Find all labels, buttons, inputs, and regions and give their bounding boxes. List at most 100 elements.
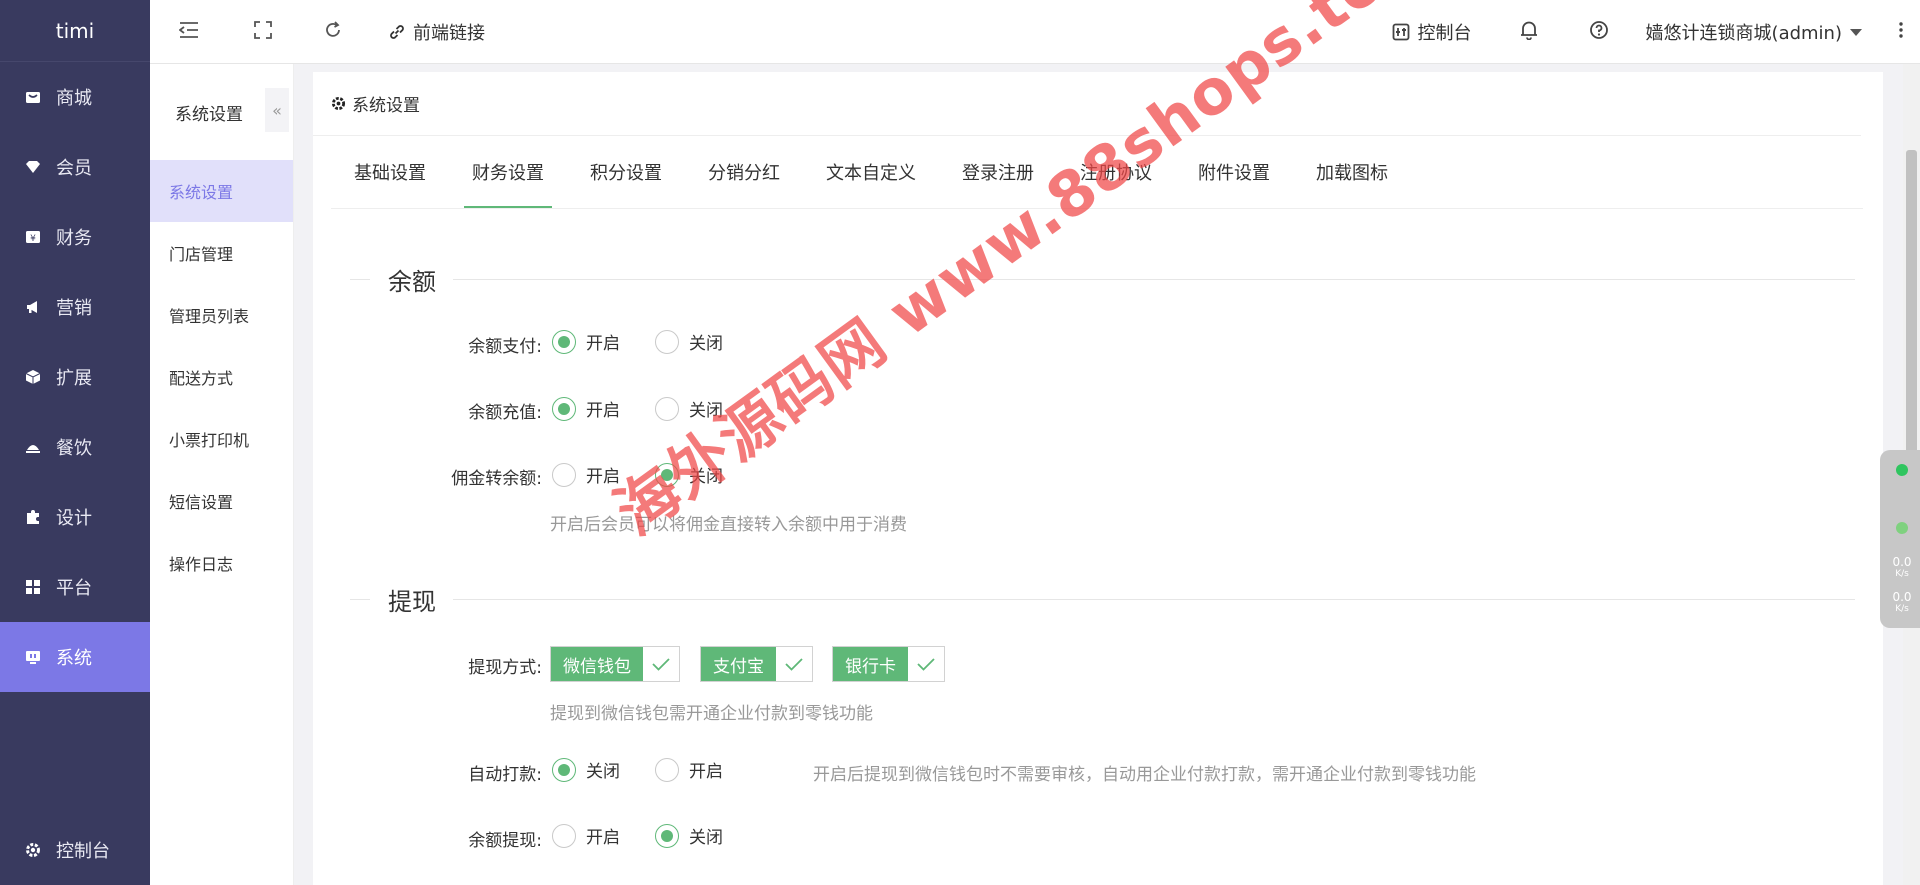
section-divider — [350, 599, 370, 600]
sidebar-item-label: 扩展 — [56, 368, 92, 389]
section-title-balance: 余额 — [388, 267, 436, 296]
download-unit: K/s — [1895, 604, 1909, 614]
notification-button[interactable] — [1494, 0, 1564, 64]
balance-recharge-label: 余额充值: — [468, 403, 542, 423]
withdraw-method-hint: 提现到微信钱包需开通企业付款到零钱功能 — [550, 704, 873, 724]
more-button[interactable] — [1882, 0, 1920, 64]
sidebar-item-label: 营销 — [56, 298, 92, 319]
sidebar-item-platform[interactable]: 平台 — [0, 552, 150, 622]
radio-label: 开启 — [586, 828, 620, 848]
status-dot — [1896, 522, 1908, 534]
sidebar-item-shop[interactable]: 商城 — [0, 62, 150, 132]
radio-label: 关闭 — [689, 467, 723, 487]
tab-custom-text[interactable]: 文本自定义 — [803, 159, 939, 208]
tab-login-register[interactable]: 登录注册 — [939, 159, 1057, 208]
settings-panel: 系统设置 基础设置 财务设置 积分设置 分销分红 文本自定义 登录注册 注册协议… — [313, 72, 1883, 885]
auto-pay-label: 自动打款: — [468, 765, 542, 785]
sub-sidebar-title: 系统设置 « — [150, 64, 293, 160]
radio-label: 关闭 — [689, 828, 723, 848]
auto-pay-on-radio[interactable]: 开启 — [655, 757, 723, 782]
checkbox-label: 支付宝 — [701, 647, 776, 681]
sidebar-item-extend[interactable]: 扩展 — [0, 342, 150, 412]
sidebar-item-design[interactable]: 设计 — [0, 482, 150, 552]
commission-on-radio[interactable]: 开启 — [552, 462, 620, 487]
sidebar-item-marketing[interactable]: 营销 — [0, 272, 150, 342]
sidebar-item-label: 财务 — [56, 228, 92, 249]
sidebar-item-label: 系统 — [56, 648, 92, 669]
tab-points[interactable]: 积分设置 — [567, 159, 685, 208]
tab-attachment[interactable]: 附件设置 — [1175, 159, 1293, 208]
sidebar-item-system[interactable]: 系统 — [0, 622, 150, 692]
auto-pay-hint: 开启后提现到微信钱包时不需要审核，自动用企业付款打款，需开通企业付款到零钱功能 — [813, 765, 1476, 785]
sidebar-item-label: 设计 — [56, 508, 92, 529]
upload-unit: K/s — [1895, 569, 1909, 579]
refresh-icon — [323, 20, 343, 45]
balance-withdraw-off-radio[interactable]: 关闭 — [655, 823, 723, 848]
subnav-item-printer[interactable]: 小票打印机 — [150, 408, 293, 470]
subnav-item-admin-list[interactable]: 管理员列表 — [150, 284, 293, 346]
balance-pay-on-radio[interactable]: 开启 — [552, 329, 620, 354]
refresh-button[interactable] — [298, 0, 368, 64]
subnav-item-sms[interactable]: 短信设置 — [150, 470, 293, 532]
balance-withdraw-label: 余额提现: — [468, 831, 542, 851]
checkbox-label: 银行卡 — [833, 647, 908, 681]
sidebar-item-label: 控制台 — [56, 841, 110, 862]
collapse-button[interactable]: « — [265, 88, 289, 132]
frontend-link-label: 前端链接 — [413, 23, 485, 44]
radio-label: 开启 — [586, 334, 620, 354]
radio-label: 关闭 — [689, 334, 723, 354]
puzzle-icon — [24, 508, 42, 526]
sidebar-item-console[interactable]: 控制台 — [0, 815, 150, 885]
subnav-item-delivery[interactable]: 配送方式 — [150, 346, 293, 408]
sidebar-item-label: 商城 — [56, 88, 92, 109]
menu-toggle-button[interactable] — [150, 0, 228, 64]
radio-label: 开启 — [586, 401, 620, 421]
tab-distribution[interactable]: 分销分红 — [685, 159, 803, 208]
section-title-withdraw: 提现 — [388, 587, 436, 616]
tab-loading-icon[interactable]: 加载图标 — [1293, 159, 1411, 208]
balance-withdraw-on-radio[interactable]: 开启 — [552, 823, 620, 848]
link-icon — [388, 23, 406, 41]
subnav-item-logs[interactable]: 操作日志 — [150, 532, 293, 594]
section-divider — [453, 279, 1855, 280]
sidebar-item-member[interactable]: 会员 — [0, 132, 150, 202]
dashboard-icon — [1392, 23, 1410, 41]
help-button[interactable] — [1564, 0, 1634, 64]
svg-text:¥: ¥ — [30, 234, 36, 244]
user-menu[interactable]: 嫱悠计连锁商城(admin) — [1634, 0, 1882, 64]
balance-recharge-off-radio[interactable]: 关闭 — [655, 396, 723, 421]
fullscreen-button[interactable] — [228, 0, 298, 64]
sidebar-item-finance[interactable]: ¥ 财务 — [0, 202, 150, 272]
commission-hint: 开启后会员可以将佣金直接转入余额中用于消费 — [550, 515, 907, 535]
commission-off-radio[interactable]: 关闭 — [655, 462, 723, 487]
menu-fold-icon — [178, 21, 199, 44]
console-button[interactable]: 控制台 — [1370, 0, 1494, 64]
sidebar-item-label: 会员 — [56, 158, 92, 179]
subnav-item-system-settings[interactable]: 系统设置 — [150, 160, 293, 222]
network-speed-widget[interactable]: 0.0 K/s 0.0 K/s — [1880, 450, 1920, 628]
tab-finance[interactable]: 财务设置 — [449, 159, 567, 208]
status-dot — [1896, 464, 1908, 476]
radio-label: 关闭 — [689, 401, 723, 421]
balance-recharge-on-radio[interactable]: 开启 — [552, 396, 620, 421]
app-logo[interactable]: timi — [0, 0, 150, 62]
subnav-item-store-management[interactable]: 门店管理 — [150, 222, 293, 284]
withdraw-method-label: 提现方式: — [468, 658, 542, 678]
gear-icon — [331, 96, 346, 111]
console-label: 控制台 — [1417, 23, 1472, 44]
withdraw-bankcard-checkbox[interactable]: 银行卡 — [832, 646, 945, 682]
frontend-link-button[interactable]: 前端链接 — [368, 0, 495, 64]
caret-down-icon — [1850, 28, 1862, 36]
double-chevron-left-icon: « — [272, 100, 282, 120]
withdraw-alipay-checkbox[interactable]: 支付宝 — [700, 646, 813, 682]
sidebar-item-dining[interactable]: 餐饮 — [0, 412, 150, 482]
radio-label: 开启 — [586, 467, 620, 487]
tab-agreement[interactable]: 注册协议 — [1057, 159, 1175, 208]
balance-pay-off-radio[interactable]: 关闭 — [655, 329, 723, 354]
radio-label: 开启 — [689, 762, 723, 782]
tab-basic[interactable]: 基础设置 — [331, 159, 449, 208]
dining-icon — [24, 438, 42, 456]
auto-pay-off-radio[interactable]: 关闭 — [552, 757, 620, 782]
main-sidebar: timi 商城 会员 ¥ 财务 营销 扩展 餐饮 设计 平台 系统 控制台 — [0, 0, 150, 885]
withdraw-wechat-checkbox[interactable]: 微信钱包 — [550, 646, 680, 682]
